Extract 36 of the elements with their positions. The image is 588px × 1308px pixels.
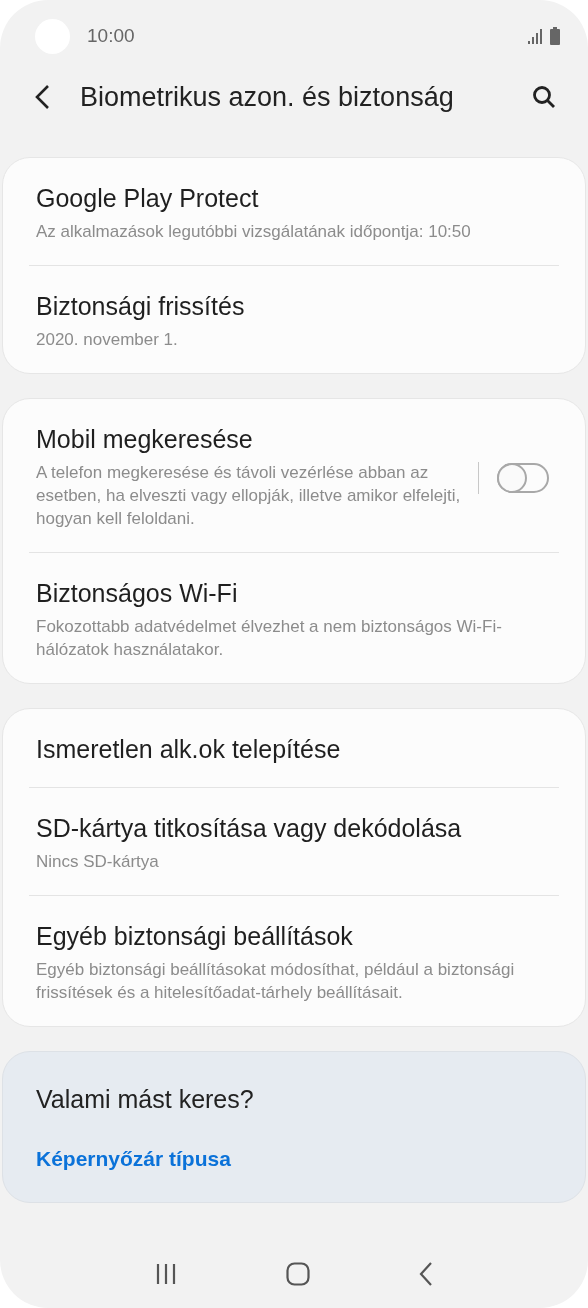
item-subtitle: Fokozottabb adatvédelmet élvezhet a nem biztonságos Wi-Fi-hálózatok használatakor. — [36, 616, 503, 661]
nav-back-button[interactable] — [419, 1262, 434, 1286]
item-subtitle: Nincs SD-kártya — [36, 851, 160, 873]
page-title: Biometrikus azon. és biztonság — [80, 80, 454, 114]
item-subtitle: 2020. november 1. — [36, 329, 179, 351]
item-title: Biztonságos Wi-Fi — [36, 579, 239, 607]
recents-button[interactable] — [154, 1263, 177, 1285]
back-icon — [419, 1262, 434, 1286]
item-title: Biztonsági frissítés — [36, 292, 246, 320]
home-icon — [286, 1262, 310, 1286]
status-time: 10:00 — [87, 23, 135, 48]
recents-icon — [154, 1263, 177, 1285]
settings-item[interactable]: Egyéb biztonsági beállítások Egyéb biztonsági beállításokat módosíthat, például a biztonsági frissítések és a hitelesítőadat-tárhely beállításait. — [29, 896, 559, 1026]
settings-item[interactable]: Ismeretlen alk.ok telepítése — [29, 709, 559, 787]
search-icon — [532, 85, 556, 109]
toggle-switch[interactable] — [497, 462, 549, 493]
settings-item[interactable]: Biztonságos Wi-Fi Fokozottabb adatvédelmet élvezhet a nem biztonságos Wi-Fi-hálózatok használatakor. — [29, 553, 559, 683]
search-button[interactable] — [532, 85, 556, 109]
item-title: Egyéb biztonsági beállítások — [36, 922, 354, 950]
signal-icon — [528, 28, 544, 44]
suggestions-title: Valami mást keres? — [36, 1085, 255, 1113]
item-subtitle: A telefon megkeresése és távoli vezérlése abban az esetben, ha elveszti vagy ellopják, illetve amikor elfelejti, hogyan kell feloldani. — [36, 462, 462, 530]
settings-item[interactable]: Biztonsági frissítés 2020. november 1. — [29, 266, 559, 373]
settings-item[interactable]: Google Play Protect Az alkalmazások legutóbbi vizsgálatának időpontja: 10:50 — [29, 158, 559, 265]
settings-item[interactable]: SD-kártya titkosítása vagy dekódolása Nincs SD-kártya — [29, 788, 559, 895]
home-button[interactable] — [286, 1262, 310, 1286]
item-subtitle: Egyéb biztonsági beállításokat módosíthat, például a biztonsági frissítések és a hitelesítőadat-tárhely beállításait. — [36, 959, 516, 1004]
battery-icon — [550, 27, 560, 45]
item-title: Google Play Protect — [36, 184, 260, 212]
item-title: SD-kártya titkosítása vagy dekódolása — [36, 814, 463, 842]
back-icon — [34, 84, 50, 110]
item-title: Ismeretlen alk.ok telepítése — [36, 735, 342, 763]
settings-item[interactable]: Mobil megkeresése A telefon megkeresése és távoli vezérlése abban az esetben, ha elveszti vagy ellopják, illetve amikor elfelejti, hogyan kell feloldani. — [29, 399, 559, 552]
item-title: Mobil megkeresése — [36, 425, 254, 453]
suggestion-link[interactable]: Képernyőzár típusa — [36, 1145, 552, 1173]
item-subtitle: Az alkalmazások legutóbbi vizsgálatának időpontja: 10:50 — [36, 221, 472, 243]
